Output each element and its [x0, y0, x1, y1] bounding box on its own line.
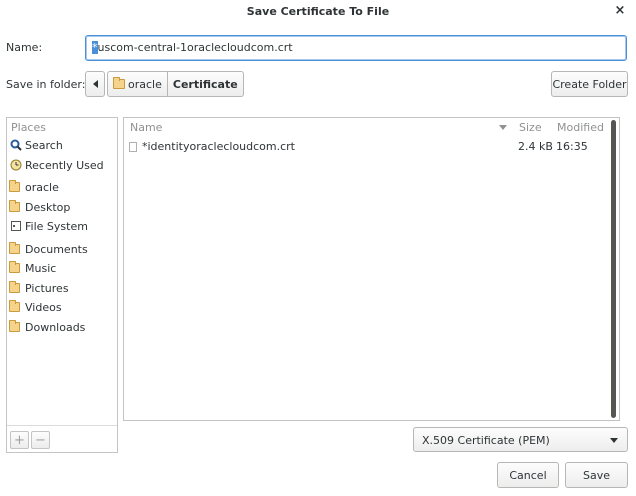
column-header-modified[interactable]: Modified [557, 121, 604, 134]
filename-input[interactable]: *uscom-central-1oraclecloudcom.crt [85, 35, 627, 61]
places-item-oracle[interactable]: oracle [9, 178, 59, 196]
places-item-label: File System [25, 219, 88, 233]
places-item-desktop[interactable]: Desktop [9, 198, 70, 216]
file-icon [129, 142, 137, 152]
places-item-search[interactable]: Search [9, 136, 63, 154]
file-name: *identityoraclecloudcom.crt [142, 140, 295, 153]
title-bar: Save Certificate To File × [0, 0, 636, 23]
search-icon [9, 138, 23, 152]
chevron-down-icon [610, 438, 618, 443]
file-size: 2.4 kB [518, 140, 553, 153]
folder-icon [9, 261, 20, 273]
places-item-label: Documents [25, 242, 88, 256]
name-label: Name: [6, 41, 43, 54]
places-item-documents[interactable]: Documents [9, 240, 88, 258]
column-header-name[interactable]: Name [130, 121, 162, 134]
folder-icon [9, 281, 20, 293]
arrow-left-icon [92, 80, 98, 88]
create-folder-button[interactable]: Create Folder [551, 71, 628, 97]
path-back-button[interactable] [85, 71, 105, 97]
folder-icon [9, 242, 20, 254]
path-bar: oracle Certificate [85, 71, 244, 97]
file-row[interactable]: *identityoraclecloudcom.crt 2.4 kB 16:35 [124, 138, 608, 156]
places-item-pictures[interactable]: Pictures [9, 279, 69, 297]
places-item-label: Recently Used [25, 158, 104, 172]
folder-icon [9, 200, 20, 212]
places-item-label: Desktop [25, 200, 71, 214]
places-item-music[interactable]: Music [9, 259, 56, 277]
places-item-label: Downloads [25, 320, 86, 334]
places-item-recently-used[interactable]: Recently Used [9, 156, 104, 174]
save-in-folder-label: Save in folder: [6, 78, 86, 91]
column-header-size[interactable]: Size [519, 121, 542, 134]
path-button-certificate[interactable]: Certificate [167, 71, 244, 97]
filename-text: uscom-central-1oraclecloudcom.crt [97, 41, 293, 54]
drive-icon [9, 219, 23, 233]
places-item-label: Music [25, 261, 57, 275]
folder-icon [9, 320, 20, 332]
file-type-filter-value: X.509 Certificate (PEM) [422, 434, 550, 447]
places-item-label: Search [25, 138, 63, 152]
add-bookmark-button[interactable]: + [10, 431, 29, 449]
places-item-downloads[interactable]: Downloads [9, 318, 85, 336]
places-item-label: Videos [25, 300, 62, 314]
file-list: Name Size Modified *identityoraclecloudc… [123, 117, 620, 421]
clock-icon [9, 158, 23, 172]
folder-icon [9, 300, 20, 312]
path-button-label: oracle [128, 77, 162, 91]
file-modified: 16:35 [556, 140, 588, 153]
folder-icon [113, 77, 125, 89]
sort-descending-icon [499, 125, 507, 130]
path-button-oracle[interactable]: oracle [107, 71, 168, 97]
folder-icon [9, 180, 20, 192]
file-list-scrollbar[interactable] [610, 118, 617, 420]
save-button[interactable]: Save [565, 462, 628, 488]
cancel-button[interactable]: Cancel [497, 462, 559, 488]
places-item-label: Pictures [25, 281, 69, 295]
close-icon[interactable]: × [612, 3, 628, 19]
file-type-filter-select[interactable]: X.509 Certificate (PEM) [413, 427, 628, 452]
scrollbar-thumb[interactable] [611, 120, 616, 418]
window-title: Save Certificate To File [246, 5, 390, 18]
path-button-label: Certificate [172, 77, 238, 91]
places-header: Places [11, 121, 46, 134]
places-item-label: oracle [25, 180, 59, 194]
places-item-file-system[interactable]: File System [9, 217, 88, 235]
places-sidebar: Places Search Recently Used oracle Deskt… [6, 117, 118, 453]
remove-bookmark-button[interactable]: − [31, 431, 50, 449]
places-item-videos[interactable]: Videos [9, 298, 62, 316]
places-divider [7, 425, 117, 426]
